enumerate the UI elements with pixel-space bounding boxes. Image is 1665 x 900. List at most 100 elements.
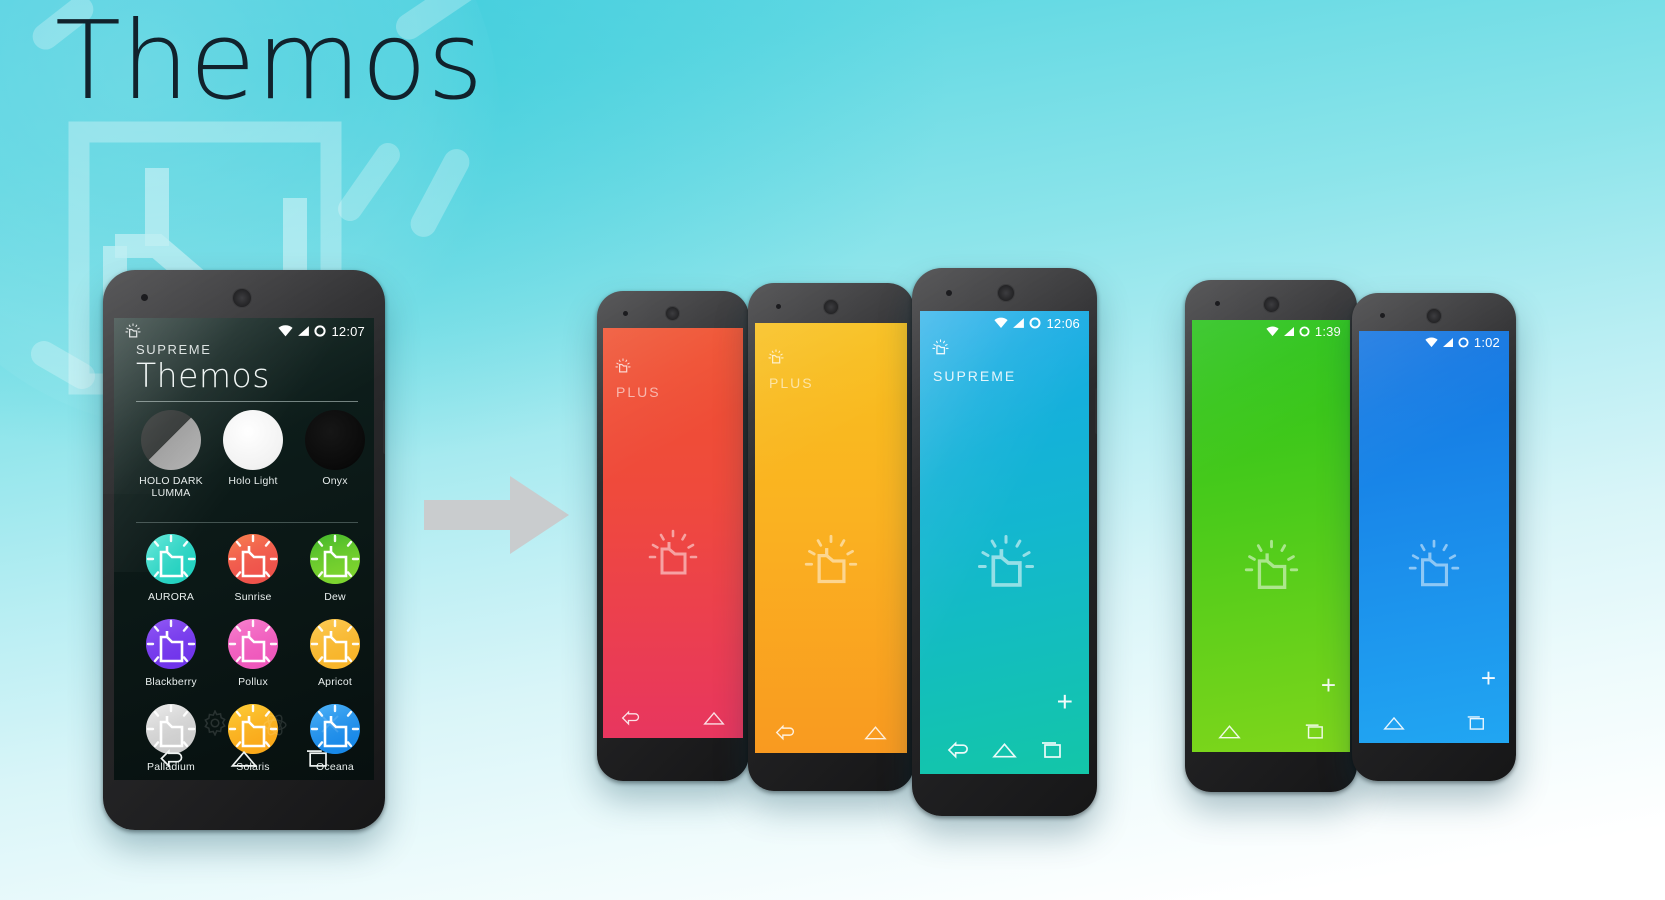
themos-bulb-icon [615, 358, 631, 373]
recents-icon[interactable] [1304, 723, 1324, 740]
battery-icon [1299, 325, 1310, 337]
base-theme-item[interactable]: Onyx [294, 410, 374, 499]
gear-icon [204, 710, 226, 736]
signal-icon [1013, 318, 1025, 328]
wifi-icon [1266, 325, 1279, 336]
theme-label: Blackberry [145, 676, 197, 688]
theme-swatch[interactable] [223, 410, 283, 470]
theme-label: Dew [324, 591, 346, 603]
theme-swatch[interactable] [141, 410, 201, 470]
signal-icon [1442, 337, 1453, 347]
theme-label: Sunrise [234, 591, 272, 603]
theme-item[interactable]: Sunrise [212, 530, 294, 603]
base-theme-row: HOLO DARK LUMMA Holo Light Onyx [130, 410, 374, 499]
themos-bulb-icon [932, 339, 949, 355]
theme-icon-dew[interactable] [306, 530, 364, 588]
wifi-icon [278, 325, 294, 337]
themos-bulb-icon [146, 534, 196, 584]
themos-bulb-icon [310, 619, 360, 669]
back-icon[interactable] [947, 741, 970, 759]
green-phone-time: 1:39 [1314, 323, 1341, 339]
themos-bulb-icon [648, 529, 698, 575]
battery-icon [1029, 317, 1041, 329]
theme-item[interactable]: Blackberry [130, 615, 212, 688]
main-phone[interactable]: 12:07 SUPREME Themos HOLO DARK LUMMA Hol… [103, 270, 385, 830]
orange-phone[interactable]: PLUS [748, 283, 914, 791]
main-phone-time: 12:07 [331, 323, 365, 339]
recents-icon[interactable] [304, 749, 329, 768]
app-eyebrow: SUPREME [136, 342, 212, 357]
recents-icon[interactable] [1466, 715, 1485, 731]
theme-item[interactable]: Dew [294, 530, 374, 603]
themos-bulb-icon [1244, 539, 1299, 589]
base-theme-label: Holo Light [228, 475, 278, 487]
red-phone-screen[interactable]: PLUS [603, 328, 743, 738]
recents-icon[interactable] [1040, 741, 1062, 759]
cyan-phone-status-bar: 12:06 [920, 311, 1089, 335]
green-phone-screen[interactable]: 1:39 + [1192, 320, 1350, 752]
add-button[interactable]: + [1321, 672, 1336, 698]
signal-icon [298, 326, 310, 336]
orange-phone-screen[interactable]: PLUS [755, 323, 907, 753]
main-status-bar: 12:07 [114, 318, 374, 344]
theme-item[interactable]: Pollux [212, 615, 294, 688]
blue-phone[interactable]: 1:02 + [1352, 293, 1516, 781]
green-phone-nav-bar[interactable] [1192, 714, 1350, 748]
themos-bulb-icon [125, 323, 141, 338]
back-icon[interactable] [159, 748, 185, 768]
theme-swatch[interactable] [305, 410, 365, 470]
back-icon[interactable] [621, 710, 641, 726]
themos-bulb-icon [228, 534, 278, 584]
cyan-phone[interactable]: 12:06 SUPREME + [912, 268, 1097, 816]
theme-icon-blackberry[interactable] [142, 615, 200, 673]
theme-icon-apricot[interactable] [306, 615, 364, 673]
theme-label: Apricot [317, 676, 353, 688]
themos-bulb-icon [1408, 539, 1460, 587]
wifi-icon [1425, 336, 1438, 347]
themos-bulb-icon [804, 534, 858, 584]
home-icon[interactable] [703, 710, 725, 726]
red-phone[interactable]: PLUS [597, 291, 749, 781]
add-button[interactable]: + [1481, 665, 1496, 691]
add-button[interactable]: + [1057, 688, 1073, 716]
cyan-phone-label: SUPREME [933, 368, 1017, 384]
theme-item[interactable]: AURORA [130, 530, 212, 603]
main-phone-screen[interactable]: 12:07 SUPREME Themos HOLO DARK LUMMA Hol… [114, 318, 374, 780]
blue-phone-time: 1:02 [1473, 334, 1500, 350]
screenshot-stage: Themos PLUS PLUS 1:39 + 1:02 + 12:06 SUP… [0, 0, 1665, 900]
home-icon[interactable] [864, 724, 887, 741]
right-arrow-icon [424, 476, 569, 554]
orange-phone-nav-bar[interactable] [755, 715, 907, 749]
battery-icon [1458, 336, 1469, 348]
themos-bulb-icon [977, 534, 1035, 587]
orange-phone-label: PLUS [769, 375, 814, 391]
section-divider [136, 522, 358, 523]
home-icon[interactable] [1383, 715, 1405, 731]
atom-icon [263, 714, 287, 736]
base-theme-item[interactable]: Holo Light [212, 410, 294, 499]
theme-label: AURORA [147, 591, 195, 603]
theme-icon-aurora[interactable] [142, 530, 200, 588]
themos-bulb-icon [228, 619, 278, 669]
blue-phone-nav-bar[interactable] [1359, 707, 1509, 739]
blue-phone-status-bar: 1:02 [1359, 331, 1509, 353]
home-icon[interactable] [1218, 723, 1241, 740]
theme-item[interactable]: Apricot [294, 615, 374, 688]
battery-icon [314, 325, 327, 337]
main-nav-bar[interactable] [114, 740, 374, 776]
green-phone[interactable]: 1:39 + [1185, 280, 1357, 792]
base-theme-item[interactable]: HOLO DARK LUMMA [130, 410, 212, 499]
theme-icon-pollux[interactable] [224, 615, 282, 673]
themos-bulb-icon [310, 534, 360, 584]
home-icon[interactable] [230, 749, 258, 768]
status-icons [1425, 336, 1469, 348]
status-icons [994, 317, 1041, 329]
theme-icon-sunrise[interactable] [224, 530, 282, 588]
red-phone-nav-bar[interactable] [603, 702, 743, 734]
back-icon[interactable] [775, 724, 796, 741]
cyan-phone-nav-bar[interactable] [920, 732, 1089, 768]
blue-phone-screen[interactable]: 1:02 + [1359, 331, 1509, 743]
theme-label: Pollux [238, 676, 268, 688]
cyan-phone-screen[interactable]: 12:06 SUPREME + [920, 311, 1089, 774]
home-icon[interactable] [992, 741, 1018, 759]
